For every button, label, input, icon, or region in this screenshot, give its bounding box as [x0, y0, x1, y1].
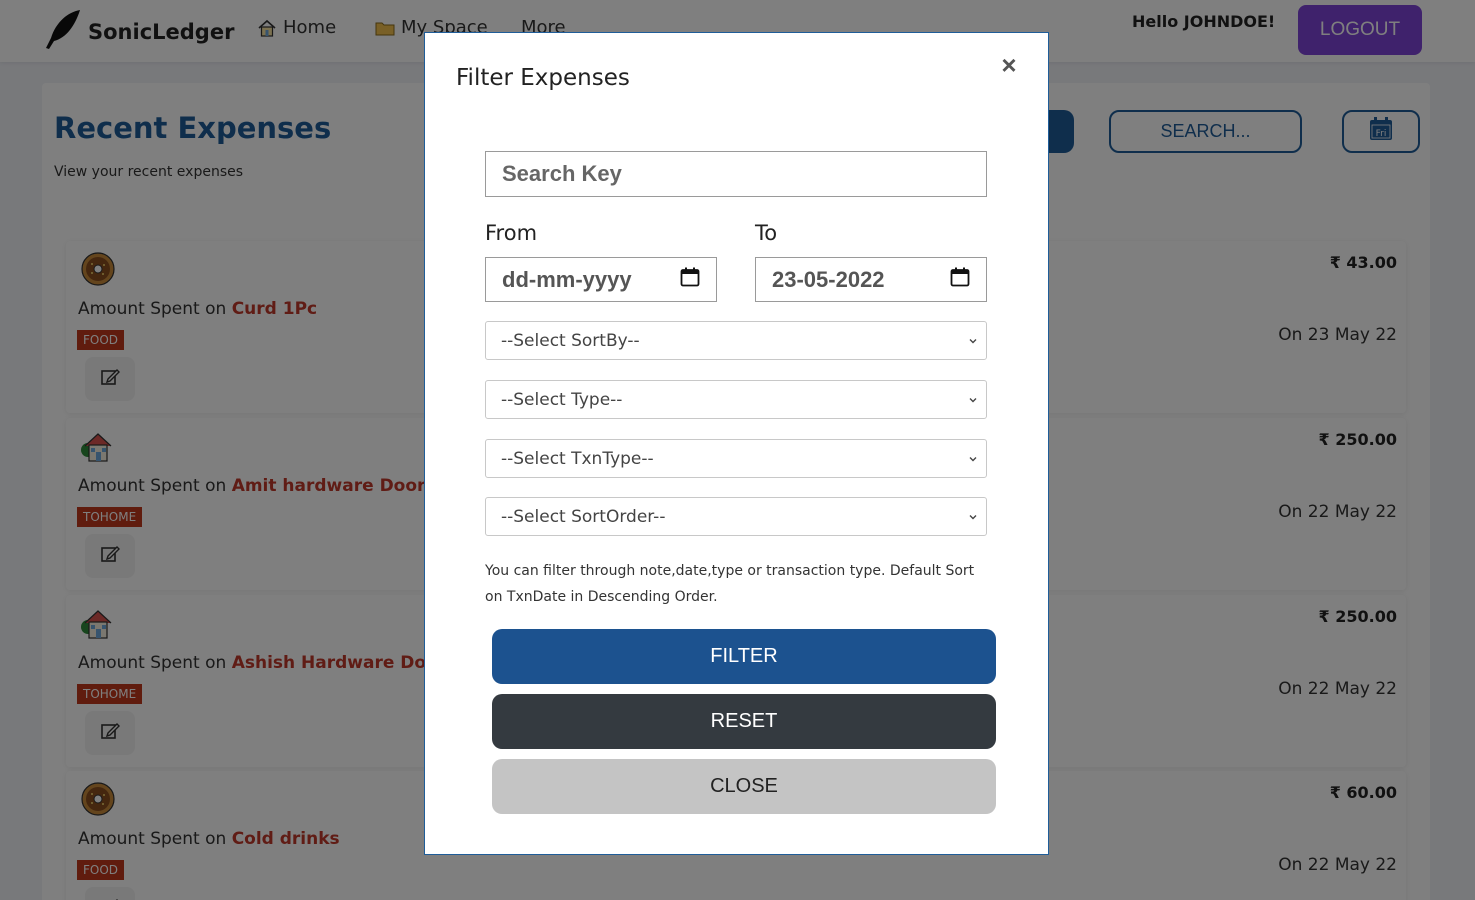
modal-title: Filter Expenses — [456, 65, 630, 91]
chevron-down-icon — [968, 507, 978, 527]
reset-button[interactable]: RESET — [492, 694, 996, 749]
filter-help-text: You can filter through note,date,type or… — [485, 563, 975, 605]
sort-order-select[interactable]: --Select SortOrder-- — [485, 497, 987, 536]
txn-type-value: --Select TxnType-- — [501, 448, 654, 469]
txn-type-select[interactable]: --Select TxnType-- — [485, 439, 987, 478]
from-date-input[interactable]: dd-mm-yyyy — [485, 257, 717, 302]
sort-by-value: --Select SortBy-- — [501, 330, 640, 351]
from-label: From — [485, 221, 538, 245]
chevron-down-icon — [968, 331, 978, 351]
sort-order-value: --Select SortOrder-- — [501, 506, 666, 527]
type-value: --Select Type-- — [501, 389, 623, 410]
close-button[interactable]: CLOSE — [492, 759, 996, 814]
to-label: To — [755, 221, 778, 245]
calendar-icon[interactable] — [680, 267, 700, 293]
to-date-input[interactable]: 23-05-2022 — [755, 257, 987, 302]
filter-button[interactable]: FILTER — [492, 629, 996, 684]
sort-by-select[interactable]: --Select SortBy-- — [485, 321, 987, 360]
chevron-down-icon — [968, 390, 978, 410]
close-icon[interactable]: × — [997, 52, 1021, 78]
from-date-value: dd-mm-yyyy — [502, 266, 632, 292]
calendar-icon[interactable] — [950, 267, 970, 293]
chevron-down-icon — [968, 449, 978, 469]
filter-modal: Filter Expenses × Search Key From To dd-… — [424, 32, 1049, 855]
type-select[interactable]: --Select Type-- — [485, 380, 987, 419]
to-date-value: 23-05-2022 — [772, 266, 885, 292]
search-key-input[interactable]: Search Key — [485, 151, 987, 197]
